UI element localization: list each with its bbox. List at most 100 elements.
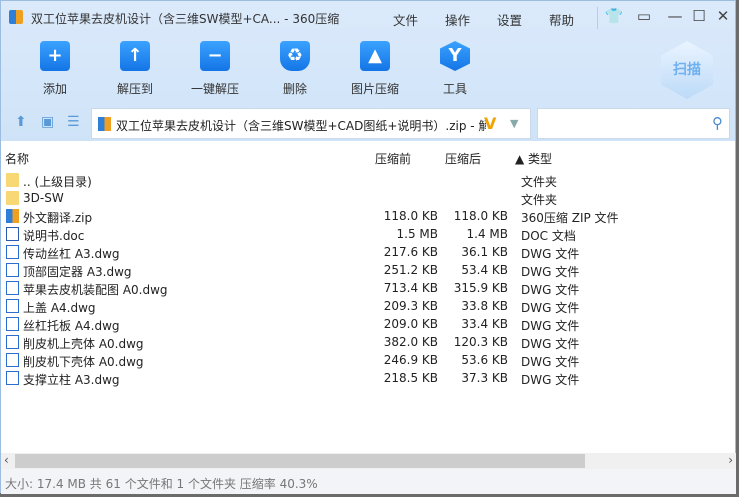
file-type: DWG 文件 [521,319,580,333]
file-type: DWG 文件 [521,301,580,315]
file-row[interactable]: 削皮机上壳体 A0.dwg 382.0 KB 120.3 KB DWG 文件 [1,333,736,351]
file-row[interactable]: 削皮机下壳体 A0.dwg 246.9 KB 53.6 KB DWG 文件 [1,351,736,369]
dwg-icon [6,371,19,385]
file-name: 削皮机上壳体 A0.dwg [23,337,144,351]
address-bar[interactable]: 双工位苹果去皮机设计（含三维SW模型+CAD图纸+说明书）.zip - 解 V … [91,108,531,139]
dwg-icon [6,281,19,295]
size-before: 217.6 KB [383,245,438,259]
size-before: 209.0 KB [383,317,438,331]
extract-to-button[interactable]: ↑ 解压到 [103,41,167,97]
scan-button[interactable]: 扫描 [661,41,713,99]
file-type: DWG 文件 [521,373,580,387]
file-row[interactable]: .. (上级目录) 文件夹 [1,171,736,189]
dwg-icon [6,299,19,313]
menu-file[interactable]: 文件 [393,10,418,29]
size-before: 1.5 MB [396,227,438,241]
file-type: 文件夹 [521,193,558,207]
size-after: 33.4 KB [461,317,508,331]
file-name: 说明书.doc [23,229,85,243]
file-type: DWG 文件 [521,337,580,351]
add-label: 添加 [42,82,67,96]
file-name: 上盖 A4.dwg [23,301,96,315]
menu-operate[interactable]: 操作 [445,10,470,29]
status-bar: 大小: 17.4 MB 共 61 个文件和 1 个文件夹 压缩率 40.3% [1,469,736,494]
search-icon[interactable]: ⚲ [712,114,723,132]
maximize-button[interactable]: ☐ [689,7,709,25]
skin-icon[interactable]: 👕 [604,7,624,25]
file-row[interactable]: 说明书.doc 1.5 MB 1.4 MB DOC 文档 [1,225,736,243]
file-name: 传动丝杠 A3.dwg [23,247,120,261]
add-button[interactable]: + 添加 [23,41,87,97]
file-type: 文件夹 [521,175,558,189]
menu-settings[interactable]: 设置 [497,10,522,29]
scroll-thumb[interactable] [15,454,585,468]
file-row[interactable]: 支撑立柱 A3.dwg 218.5 KB 37.3 KB DWG 文件 [1,369,736,387]
file-row[interactable]: 上盖 A4.dwg 209.3 KB 33.8 KB DWG 文件 [1,297,736,315]
one-click-extract-button[interactable]: − 一键解压 [183,41,247,97]
file-name: 支撑立柱 A3.dwg [23,373,120,387]
file-type: 360压缩 ZIP 文件 [521,211,619,225]
col-name[interactable]: 名称 [5,150,29,167]
size-after: 315.9 KB [453,281,508,295]
size-after: 120.3 KB [453,335,508,349]
size-before: 118.0 KB [383,209,438,223]
size-after: 1.4 MB [466,227,508,241]
size-after: 118.0 KB [453,209,508,223]
col-after[interactable]: 压缩后 [445,150,481,167]
list-view-icon[interactable]: ☰ [67,114,80,130]
file-row[interactable]: 3D-SW 文件夹 [1,189,736,207]
file-row[interactable]: 苹果去皮机装配图 A0.dwg 713.4 KB 315.9 KB DWG 文件 [1,279,736,297]
thumbnail-view-icon[interactable]: ▣ [41,114,54,130]
file-name: .. (上级目录) [23,175,92,189]
scroll-left-icon[interactable]: ‹ [4,453,9,467]
feedback-icon[interactable]: ▭ [634,7,654,25]
size-after: 33.8 KB [461,299,508,313]
search-input[interactable]: ⚲ [537,108,730,139]
divider [597,7,598,29]
size-after: 37.3 KB [461,371,508,385]
file-name: 外文翻译.zip [23,211,93,225]
one-click-label: 一键解压 [190,82,239,96]
minimize-button[interactable]: — [665,7,685,25]
file-row[interactable]: 传动丝杠 A3.dwg 217.6 KB 36.1 KB DWG 文件 [1,243,736,261]
size-after: 53.6 KB [461,353,508,367]
image-compress-icon: ▲ [360,41,390,71]
size-before: 209.3 KB [383,299,438,313]
up-arrow-icon[interactable]: ⬆ [15,114,27,130]
file-type: DWG 文件 [521,355,580,369]
dwg-icon [6,317,19,331]
chevron-down-icon[interactable]: ▼ [510,117,518,130]
col-type[interactable]: ▲ 类型 [515,150,552,167]
delete-button[interactable]: ♻ 删除 [263,41,327,97]
add-icon: + [40,41,70,71]
tools-button[interactable]: Y 工具 [423,41,487,97]
file-row[interactable]: 外文翻译.zip 118.0 KB 118.0 KB 360压缩 ZIP 文件 [1,207,736,225]
folder-icon [6,173,19,187]
file-name: 3D-SW [23,191,64,205]
col-before[interactable]: 压缩前 [375,150,411,167]
file-name: 丝杠托板 A4.dwg [23,319,120,333]
file-name: 苹果去皮机装配图 A0.dwg [23,283,168,297]
dwg-icon [6,353,19,367]
dwg-icon [6,245,19,259]
file-name: 顶部固定器 A3.dwg [23,265,132,279]
menu-help[interactable]: 帮助 [549,10,574,29]
extract-icon: ↑ [120,41,150,71]
recycle-bin-icon: ♻ [280,41,310,71]
file-name: 削皮机下壳体 A0.dwg [23,355,144,369]
scroll-right-icon[interactable]: › [728,453,733,467]
size-before: 218.5 KB [383,371,438,385]
file-type: DWG 文件 [521,265,580,279]
image-compress-button[interactable]: ▲ 图片压缩 [343,41,407,97]
app-icon [9,10,23,24]
folder-icon [6,191,19,205]
file-type: DWG 文件 [521,247,580,261]
close-button[interactable]: ✕ [713,7,733,25]
file-row[interactable]: 丝杠托板 A4.dwg 209.0 KB 33.4 KB DWG 文件 [1,315,736,333]
horizontal-scrollbar[interactable]: ‹ › [1,453,736,469]
size-before: 251.2 KB [383,263,438,277]
header-area: 双工位苹果去皮机设计（含三维SW模型+CA... - 360压缩 文件 操作 设… [1,1,735,141]
dwg-icon [6,263,19,277]
doc-icon [6,227,19,241]
file-row[interactable]: 顶部固定器 A3.dwg 251.2 KB 53.4 KB DWG 文件 [1,261,736,279]
